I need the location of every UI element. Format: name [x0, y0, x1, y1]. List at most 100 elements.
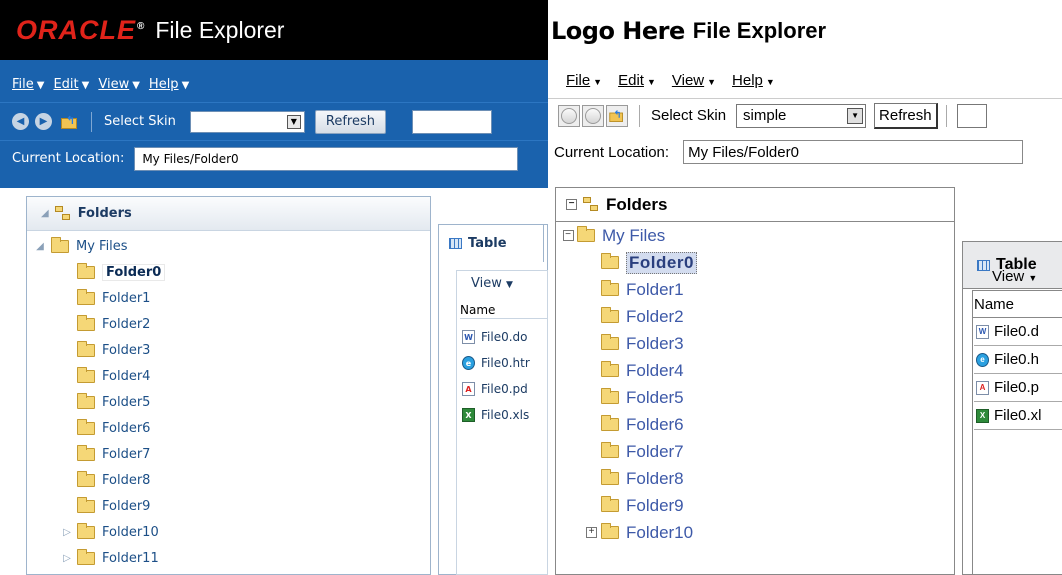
- table-row[interactable]: A File0.pd: [462, 382, 528, 396]
- current-location-field[interactable]: My Files/Folder0: [134, 146, 519, 171]
- tree-node-folder[interactable]: ▷ Folder10: [27, 519, 430, 545]
- collapse-icon[interactable]: −: [566, 199, 577, 210]
- table-row[interactable]: X File0.xls: [462, 408, 529, 422]
- dropdown-arrow-icon[interactable]: ▼: [847, 107, 864, 124]
- htm-file-icon: e: [976, 352, 989, 367]
- tree-node-folder[interactable]: Folder1: [27, 285, 430, 311]
- view-menu[interactable]: View ▼: [471, 276, 513, 291]
- tree-node-selected[interactable]: Folder0: [27, 259, 430, 285]
- skin-select[interactable]: simple ▼: [736, 103, 867, 128]
- tree-node-folder[interactable]: Folder8: [27, 467, 430, 493]
- tree-node-label: Folder7: [626, 441, 684, 461]
- column-header-name[interactable]: Name: [972, 296, 1062, 318]
- table-row[interactable]: W File0.do: [462, 330, 528, 344]
- tree-node-folder[interactable]: Folder4: [27, 363, 430, 389]
- menu-view[interactable]: View ▼: [672, 72, 716, 89]
- chevron-down-icon: ▼: [593, 76, 603, 87]
- table-row[interactable]: A File0.p: [974, 374, 1062, 402]
- menu-help[interactable]: Help ▼: [732, 72, 775, 89]
- file-name: File0.xl: [994, 407, 1042, 424]
- back-icon[interactable]: [558, 104, 580, 127]
- table-row[interactable]: e File0.htr: [462, 356, 530, 370]
- tree-node-folder[interactable]: Folder1: [556, 276, 954, 303]
- menu-edit[interactable]: Edit ▼: [53, 77, 89, 92]
- expand-icon[interactable]: ▷: [57, 553, 77, 564]
- tree-node-my-files[interactable]: − My Files: [556, 222, 954, 249]
- chevron-down-icon: ▼: [36, 80, 45, 91]
- tree-node-folder[interactable]: Folder2: [27, 311, 430, 337]
- tree-node-folder[interactable]: Folder2: [556, 303, 954, 330]
- collapse-icon[interactable]: ◢: [41, 208, 49, 219]
- forward-icon[interactable]: ▶: [35, 113, 52, 130]
- view-menu[interactable]: View ▼: [992, 268, 1037, 285]
- tree-node-folder[interactable]: Folder6: [556, 411, 954, 438]
- tree-node-folder[interactable]: Folder8: [556, 465, 954, 492]
- toolbar-field[interactable]: [956, 103, 987, 128]
- menu-help[interactable]: Help ▼: [149, 77, 189, 92]
- folder-icon: [601, 361, 619, 377]
- tree-node-folder[interactable]: Folder5: [27, 389, 430, 415]
- pdf-file-icon: A: [976, 380, 989, 395]
- menu-edit[interactable]: Edit ▼: [618, 72, 656, 89]
- tree-node-folder[interactable]: Folder7: [27, 441, 430, 467]
- expand-icon[interactable]: ▷: [57, 527, 77, 538]
- chevron-down-icon: ▼: [707, 76, 717, 87]
- tab-table[interactable]: Table: [438, 224, 544, 262]
- expand-collapse-icon[interactable]: −: [559, 230, 577, 241]
- menu-view[interactable]: View ▼: [98, 77, 140, 92]
- table-row[interactable]: W File0.d: [974, 318, 1062, 346]
- folder-icon: [601, 280, 619, 296]
- folder-icon: [77, 340, 95, 357]
- tree-node-label: My Files: [76, 238, 128, 254]
- tree-node-folder[interactable]: Folder3: [556, 330, 954, 357]
- expand-collapse-icon[interactable]: ◢: [33, 241, 47, 252]
- expand-icon[interactable]: +: [586, 527, 597, 538]
- folder-icon: [77, 262, 95, 279]
- column-header-name[interactable]: Name: [460, 303, 548, 319]
- current-location-field[interactable]: My Files/Folder0: [683, 140, 1024, 164]
- chevron-down-icon: ▼: [765, 76, 775, 87]
- tree-node-folder[interactable]: Folder9: [556, 492, 954, 519]
- folders-panel-header: − Folders: [556, 188, 954, 222]
- folders-title: Folders: [606, 194, 668, 214]
- chevron-down-icon: ▼: [181, 80, 190, 91]
- tree-node-folder[interactable]: Folder5: [556, 384, 954, 411]
- refresh-button[interactable]: Refresh: [874, 102, 938, 129]
- file-name: File0.pd: [481, 382, 528, 396]
- menu-file[interactable]: File ▼: [12, 77, 44, 92]
- menubar: File ▼ Edit ▼ View ▼ Help ▼: [0, 60, 548, 102]
- folder-icon: [77, 548, 95, 565]
- toolbar-field[interactable]: [411, 109, 492, 134]
- tree-node-folder[interactable]: ▷ Folder11: [27, 545, 430, 571]
- skin-select[interactable]: ▼: [189, 110, 305, 133]
- tree-node-folder[interactable]: + Folder10: [556, 519, 954, 546]
- file-name: File0.d: [994, 323, 1040, 340]
- folders-panel-header: ◢ Folders: [27, 197, 430, 231]
- back-icon[interactable]: ◀: [12, 113, 29, 130]
- tree-node-label: Folder0: [102, 263, 166, 281]
- tree-node-selected[interactable]: Folder0: [556, 249, 954, 276]
- menu-file[interactable]: File ▼: [566, 72, 602, 89]
- tree-node-folder[interactable]: Folder9: [27, 493, 430, 519]
- tree-node-folder[interactable]: Folder6: [27, 415, 430, 441]
- tree-node-folder[interactable]: Folder3: [27, 337, 430, 363]
- refresh-button[interactable]: Refresh: [314, 109, 386, 134]
- dropdown-arrow-icon[interactable]: ▼: [286, 114, 301, 129]
- tree-node-folder[interactable]: Folder4: [556, 357, 954, 384]
- up-folder-icon[interactable]: ↰: [61, 114, 79, 130]
- folder-icon: [77, 444, 95, 461]
- tree-node-label: Folder5: [102, 394, 151, 410]
- pdf-file-icon: A: [462, 382, 475, 396]
- table-row[interactable]: X File0.xl: [974, 402, 1062, 430]
- folder-tree: − My Files Folder0 Folder1 Folder2 Folder3…: [556, 222, 954, 546]
- table-row[interactable]: e File0.h: [974, 346, 1062, 374]
- tree-node-my-files[interactable]: ◢ My Files: [27, 233, 430, 259]
- xls-file-icon: X: [462, 408, 475, 422]
- tree-node-label: Folder8: [102, 472, 151, 488]
- up-folder-icon[interactable]: ↰: [606, 104, 628, 127]
- chevron-down-icon: ▼: [646, 76, 656, 87]
- forward-icon[interactable]: [582, 104, 604, 127]
- tree-node-folder[interactable]: Folder7: [556, 438, 954, 465]
- folder-icon: [77, 418, 95, 435]
- tree-node-label: Folder10: [102, 524, 159, 540]
